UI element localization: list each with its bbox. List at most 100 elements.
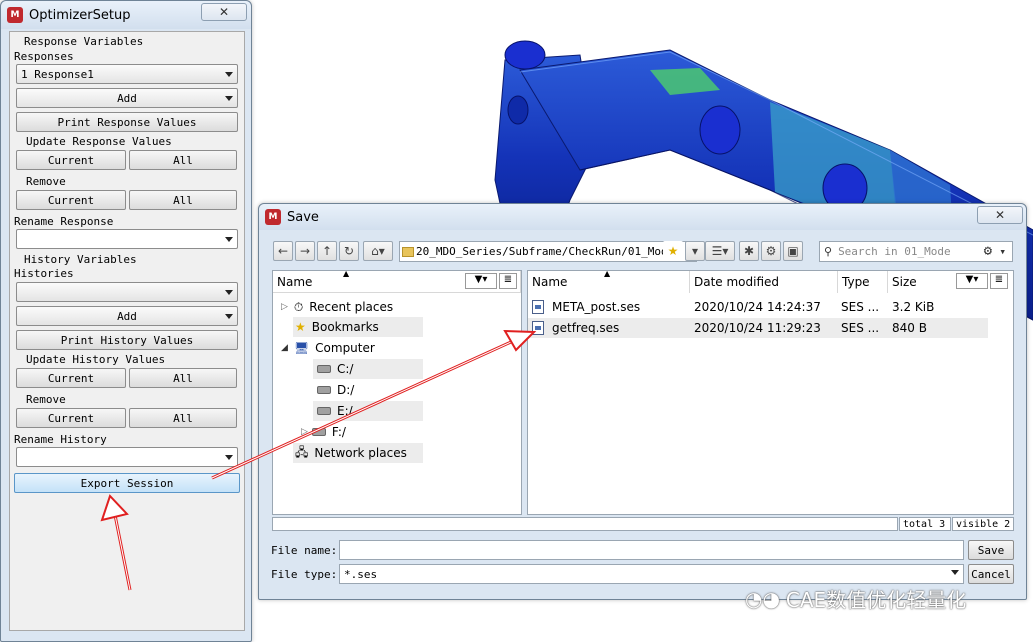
settings-button[interactable]: ⚙ <box>761 241 781 261</box>
filter-icon[interactable]: ▼▾ <box>956 273 988 289</box>
add-label: Add <box>117 309 137 323</box>
gear-icon: ⚙ <box>765 244 777 258</box>
file-name-label: File name: <box>271 544 338 557</box>
visible-count: visible 2 <box>952 517 1014 531</box>
responses-combo[interactable]: 1 Response1 <box>16 64 238 84</box>
filter-icon[interactable]: ▼▾ <box>465 273 497 289</box>
chevron-down-icon <box>225 237 233 242</box>
path-dropdown-button[interactable]: ▾ <box>685 241 705 261</box>
tree-item-drive-f[interactable]: ▷ F:/ <box>301 422 423 442</box>
search-input[interactable]: ⚲ Search in 01_Mode ⚙ ▾ <box>819 241 1013 262</box>
rename-history-combo[interactable] <box>16 447 238 467</box>
view-mode-button[interactable]: ☰▾ <box>705 241 735 261</box>
tree-item-label: F:/ <box>331 425 346 439</box>
export-session-button[interactable]: Export Session <box>14 473 240 493</box>
bookmark-button[interactable]: ★ <box>663 241 683 261</box>
update-response-current-button[interactable]: Current <box>16 150 126 170</box>
history-variables-label: History Variables <box>24 253 137 266</box>
remove-history-all-button[interactable]: All <box>129 408 237 428</box>
remove-response-current-button[interactable]: Current <box>16 190 126 210</box>
chevron-down-icon <box>951 570 959 575</box>
home-button[interactable]: ⌂▾ <box>363 241 393 261</box>
tree-header[interactable]: Name ▲ ▼▾ ≣ <box>273 269 521 293</box>
column-header-size[interactable]: Size ▼▾ ≣ <box>888 271 1013 293</box>
rename-response-combo[interactable] <box>16 229 238 249</box>
close-icon: ✕ <box>994 208 1006 222</box>
update-history-current-button[interactable]: Current <box>16 368 126 388</box>
close-button[interactable]: ✕ <box>201 3 247 21</box>
optimizer-titlebar: M OptimizerSetup ✕ <box>1 1 251 29</box>
tree-item-label: Bookmarks <box>311 320 379 334</box>
tree-item-drive-c[interactable]: C:/ <box>313 359 423 379</box>
new-folder-button[interactable]: ✱ <box>739 241 759 261</box>
arrow-up-icon: ↑ <box>321 244 333 258</box>
star-icon: ★ <box>667 244 679 258</box>
add-history-button[interactable]: Add <box>16 306 238 326</box>
update-history-all-button[interactable]: All <box>129 368 237 388</box>
file-size: 3.2 KiB <box>892 300 935 314</box>
chevron-down-icon <box>225 96 233 101</box>
print-response-values-button[interactable]: Print Response Values <box>16 112 238 132</box>
toggle-panel-button[interactable]: ▣ <box>783 241 803 261</box>
tree-item-bookmarks[interactable]: ★ Bookmarks <box>293 317 423 337</box>
print-history-values-button[interactable]: Print History Values <box>16 330 238 350</box>
wechat-icon: ◔◕ <box>745 586 780 611</box>
file-list[interactable]: Name ▲ Date modified Type Size ▼▾ ≣ META… <box>527 269 1014 515</box>
remove-history-current-button[interactable]: Current <box>16 408 126 428</box>
file-type-select[interactable]: *.ses <box>339 564 964 584</box>
drive-icon <box>311 428 326 436</box>
new-folder-icon: ✱ <box>743 244 755 258</box>
table-row[interactable]: getfreq.ses 2020/10/24 11:29:23 SES ... … <box>528 318 988 338</box>
search-icon: ⚲ <box>824 245 833 258</box>
tree-item-label: Network places <box>314 446 407 460</box>
tree-item-network-places[interactable]: 🖧 Network places <box>293 443 423 463</box>
save-dialog: M Save ✕ ← → ↑ ↻ ⌂▾ 20_MDO_Series/Subfra… <box>258 203 1027 600</box>
columns-icon[interactable]: ≣ <box>990 273 1008 289</box>
chevron-down-icon <box>225 314 233 319</box>
tree-item-label: Computer <box>315 341 375 355</box>
tree-item-label: Recent places <box>309 300 394 314</box>
star-icon: ★ <box>295 320 306 334</box>
tree-item-computer[interactable]: ◢ 🖥 Computer <box>281 338 431 358</box>
chevron-right-icon: ▷ <box>301 427 308 437</box>
file-type-value: *.ses <box>344 567 378 581</box>
model-hole <box>504 40 546 70</box>
update-response-all-button[interactable]: All <box>129 150 237 170</box>
remove-history-label: Remove <box>26 393 66 406</box>
save-button[interactable]: Save <box>968 540 1014 560</box>
optimizer-panel: Response Variables Responses 1 Response1… <box>9 31 245 631</box>
column-header-date[interactable]: Date modified <box>690 271 838 293</box>
add-response-button[interactable]: Add <box>16 88 238 108</box>
table-row[interactable]: META_post.ses 2020/10/24 14:24:37 SES ..… <box>528 297 988 317</box>
home-icon: ⌂▾ <box>371 244 385 258</box>
tree-item-drive-e[interactable]: E:/ <box>313 401 423 421</box>
window-title: OptimizerSetup <box>29 7 131 23</box>
cancel-button[interactable]: Cancel <box>968 564 1014 584</box>
file-date: 2020/10/24 14:24:37 <box>694 300 821 314</box>
tree-item-recent-places[interactable]: ▷ ⏱ Recent places <box>281 297 431 317</box>
places-tree[interactable]: Name ▲ ▼▾ ≣ ▷ ⏱ Recent places ★ Bookmark… <box>272 269 522 515</box>
column-header-type[interactable]: Type <box>838 271 888 293</box>
drive-icon <box>317 407 331 415</box>
histories-combo[interactable] <box>16 282 238 302</box>
network-icon: 🖧 <box>295 444 309 459</box>
arrow-right-icon: → <box>299 244 311 258</box>
update-response-values-label: Update Response Values <box>26 135 172 148</box>
close-button[interactable]: ✕ <box>977 206 1023 224</box>
forward-button[interactable]: → <box>295 241 315 261</box>
file-icon <box>532 300 544 314</box>
tree-item-drive-d[interactable]: D:/ <box>313 380 423 400</box>
column-type-label: Type <box>842 275 870 289</box>
file-name-input[interactable] <box>339 540 964 560</box>
file-type-label: File type: <box>271 568 338 581</box>
up-button[interactable]: ↑ <box>317 241 337 261</box>
back-button[interactable]: ← <box>273 241 293 261</box>
gear-icon: ⚙ <box>983 243 992 259</box>
remove-response-all-button[interactable]: All <box>129 190 237 210</box>
column-header-name[interactable]: Name ▲ <box>528 269 690 293</box>
refresh-button[interactable]: ↻ <box>339 241 359 261</box>
path-field[interactable]: 20_MDO_Series/Subframe/CheckRun/01_Mode/ <box>399 241 697 262</box>
computer-icon: 🖥 <box>293 341 310 355</box>
dialog-title: Save <box>287 209 319 225</box>
columns-icon[interactable]: ≣ <box>499 273 517 289</box>
